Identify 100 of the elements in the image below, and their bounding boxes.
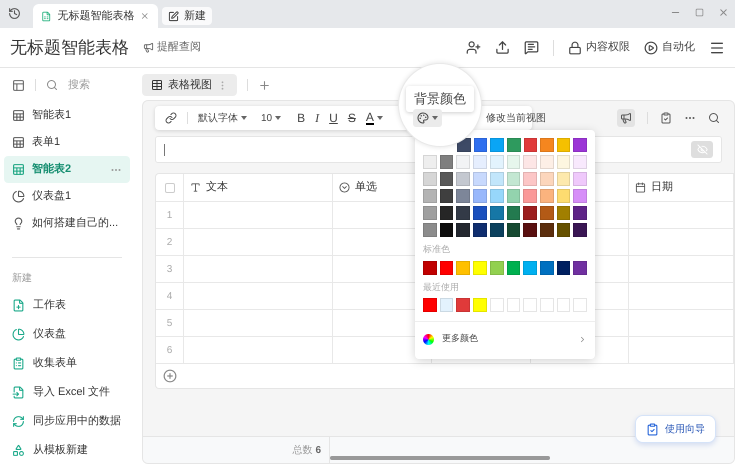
more-colors-item[interactable]: 更多颜色: [423, 325, 587, 353]
color-swatch[interactable]: [540, 138, 554, 152]
color-swatch[interactable]: [573, 223, 588, 237]
color-swatch[interactable]: [490, 189, 504, 203]
color-swatch[interactable]: [473, 189, 487, 203]
color-swatch[interactable]: [456, 155, 470, 169]
sidebar-item[interactable]: 如何搭建自己的...: [4, 210, 130, 237]
view-tab[interactable]: 表格视图: [142, 74, 237, 96]
color-swatch[interactable]: [473, 260, 487, 274]
color-swatch[interactable]: [456, 298, 470, 312]
color-swatch[interactable]: [473, 172, 487, 186]
color-swatch[interactable]: [423, 189, 437, 203]
color-swatch[interactable]: [506, 189, 520, 203]
sidebar-item[interactable]: 表单1: [4, 129, 130, 156]
color-swatch[interactable]: [423, 298, 437, 312]
color-swatch[interactable]: [523, 206, 537, 220]
color-swatch[interactable]: [473, 206, 487, 220]
color-swatch[interactable]: [490, 138, 504, 152]
megaphone-icon[interactable]: [143, 42, 154, 53]
sidebar-item[interactable]: 仪表盘1: [4, 183, 130, 210]
color-swatch[interactable]: [556, 260, 570, 274]
size-dropdown[interactable]: 10: [261, 110, 282, 126]
color-swatch[interactable]: [523, 155, 537, 169]
color-swatch[interactable]: [506, 223, 520, 237]
close-icon[interactable]: [140, 11, 150, 21]
color-swatch[interactable]: [440, 155, 454, 169]
announce-button[interactable]: [617, 109, 635, 127]
color-swatch[interactable]: [556, 155, 570, 169]
color-swatch[interactable]: [506, 206, 520, 220]
color-swatch[interactable]: [524, 138, 538, 152]
background-color-button[interactable]: [412, 109, 442, 127]
browser-tab[interactable]: 新建: [162, 7, 212, 25]
color-swatch[interactable]: [506, 138, 520, 152]
color-swatch[interactable]: [440, 206, 454, 220]
column-header[interactable]: 单选: [355, 179, 377, 196]
italic-button[interactable]: I: [315, 109, 320, 127]
text-color-button[interactable]: A: [366, 111, 383, 125]
color-swatch[interactable]: [456, 189, 470, 203]
color-swatch[interactable]: [540, 189, 554, 203]
menu-icon[interactable]: [709, 40, 725, 56]
color-swatch[interactable]: [573, 260, 588, 274]
header-action[interactable]: 自动化: [662, 39, 695, 56]
color-swatch[interactable]: [556, 138, 570, 152]
search-icon[interactable]: [708, 112, 720, 124]
layout-icon[interactable]: [12, 78, 25, 92]
color-swatch[interactable]: [473, 223, 487, 237]
form-icon[interactable]: [660, 112, 672, 124]
color-swatch[interactable]: [573, 206, 588, 220]
header-action[interactable]: 内容权限: [586, 39, 630, 56]
color-swatch[interactable]: [423, 206, 437, 220]
column-header[interactable]: 文本: [206, 179, 228, 196]
add-row-icon[interactable]: [163, 369, 177, 383]
color-swatch[interactable]: [556, 223, 570, 237]
add-user-icon[interactable]: [466, 40, 481, 55]
strikethrough-button[interactable]: S: [348, 109, 356, 127]
underline-button[interactable]: U: [329, 109, 338, 127]
color-swatch[interactable]: [423, 172, 437, 186]
maximize-icon[interactable]: [695, 8, 704, 17]
color-swatch[interactable]: [474, 138, 488, 152]
color-swatch[interactable]: [506, 260, 520, 274]
color-swatch[interactable]: [523, 260, 537, 274]
color-swatch[interactable]: [423, 223, 437, 237]
color-swatch[interactable]: [573, 155, 588, 169]
color-swatch[interactable]: [490, 223, 504, 237]
color-swatch[interactable]: [523, 189, 537, 203]
color-swatch[interactable]: [573, 172, 588, 186]
color-swatch[interactable]: [423, 260, 437, 274]
color-swatch[interactable]: [490, 172, 504, 186]
sidebar-item[interactable]: 智能表2: [4, 156, 130, 183]
scrollbar[interactable]: [330, 456, 550, 460]
color-swatch[interactable]: [423, 155, 437, 169]
color-swatch[interactable]: [490, 155, 504, 169]
new-item[interactable]: 收集表单: [4, 349, 130, 378]
color-swatch[interactable]: [556, 189, 570, 203]
column-header[interactable]: 日期: [651, 179, 673, 196]
color-swatch[interactable]: [523, 223, 537, 237]
add-view-icon[interactable]: [258, 78, 271, 92]
font-dropdown[interactable]: 默认字体: [198, 110, 247, 126]
color-swatch[interactable]: [456, 260, 470, 274]
color-swatch[interactable]: [440, 223, 454, 237]
link-icon[interactable]: [165, 112, 177, 124]
color-swatch[interactable]: [456, 206, 470, 220]
close-icon[interactable]: [718, 7, 729, 18]
remind-link[interactable]: 提醒查阅: [157, 39, 201, 56]
color-swatch[interactable]: [473, 298, 487, 312]
color-swatch[interactable]: [456, 223, 470, 237]
sidebar-item[interactable]: 智能表1: [4, 102, 130, 129]
search-field[interactable]: 搜索: [68, 76, 128, 94]
color-swatch[interactable]: [523, 172, 537, 186]
new-item[interactable]: 从模板新建: [4, 436, 130, 465]
history-icon[interactable]: [8, 7, 21, 20]
color-swatch[interactable]: [440, 298, 454, 312]
select-all-checkbox[interactable]: [164, 182, 174, 192]
color-swatch[interactable]: [440, 189, 454, 203]
color-swatch[interactable]: [540, 260, 554, 274]
color-swatch[interactable]: [440, 260, 454, 274]
color-swatch[interactable]: [540, 172, 554, 186]
new-item[interactable]: 仪表盘: [4, 320, 130, 349]
share-icon[interactable]: [495, 40, 510, 55]
color-swatch[interactable]: [556, 206, 570, 220]
